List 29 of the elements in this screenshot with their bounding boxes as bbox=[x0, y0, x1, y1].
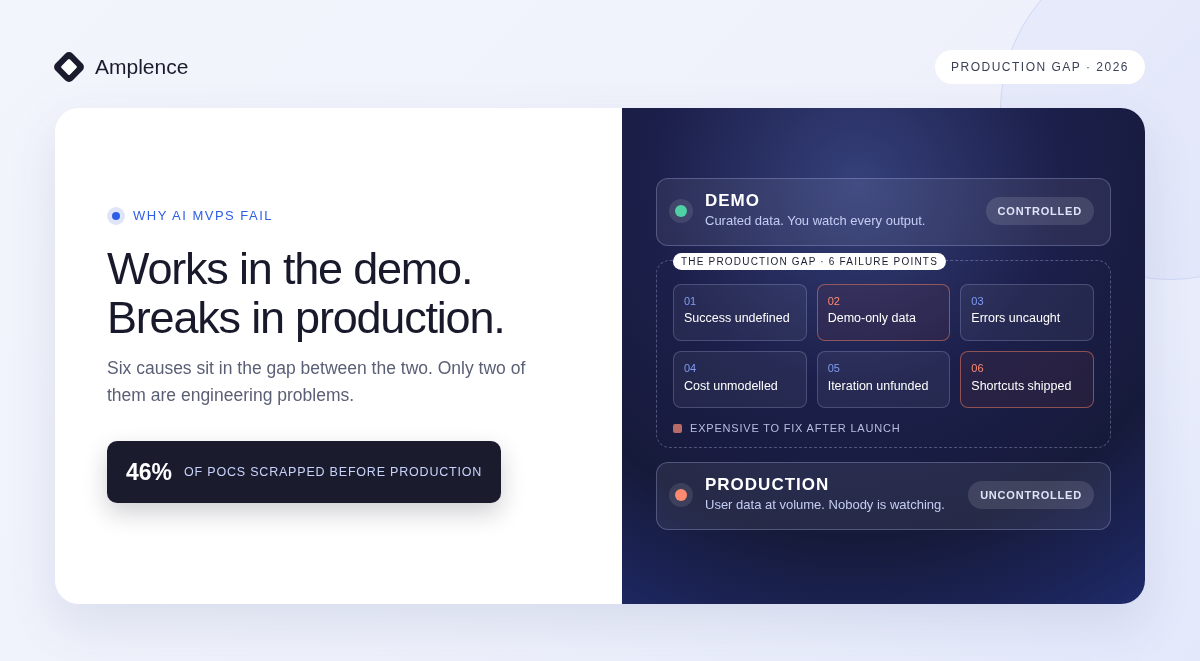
stage-description: User data at volume. Nobody is watching. bbox=[705, 496, 945, 515]
failure-label: Cost unmodelled bbox=[684, 377, 779, 395]
failure-number: 06 bbox=[971, 361, 985, 377]
gap-label: THE PRODUCTION GAP · 6 FAILURE POINTS bbox=[673, 252, 947, 270]
failure-label: Success undefined bbox=[684, 310, 791, 328]
failure-label: Shortcuts shipped bbox=[971, 377, 1073, 395]
legend-text: EXPENSIVE TO FIX AFTER LAUNCH bbox=[690, 421, 901, 437]
stage-title: PRODUCTION bbox=[705, 474, 831, 496]
stage-description: Curated data. You watch every output. bbox=[705, 212, 926, 231]
stat-value: 46% bbox=[126, 457, 173, 487]
failure-number: 03 bbox=[971, 293, 985, 309]
legend-swatch bbox=[673, 424, 682, 434]
dot-icon bbox=[107, 206, 125, 225]
stat-label: OF POCS SCRAPPED BEFORE PRODUCTION bbox=[184, 463, 483, 481]
failure-number: 01 bbox=[684, 293, 698, 309]
failure-label: Demo-only data bbox=[827, 310, 917, 328]
stage-title: DEMO bbox=[705, 191, 761, 212]
eyebrow-text: WHY AI MVPS FAIL bbox=[133, 207, 274, 225]
headline: Works in the demo. Breaks in production. bbox=[107, 243, 506, 343]
failure-number: 04 bbox=[684, 361, 698, 377]
subtext: Six causes sit in the gap between the two. Only two of them are engineering problems. bbox=[107, 356, 527, 407]
status-badge: UNCONTROLLED bbox=[968, 480, 1094, 510]
failure-number: 02 bbox=[827, 293, 841, 309]
failure-label: Iteration unfunded bbox=[827, 377, 930, 395]
failure-label: Errors uncaught bbox=[971, 310, 1062, 328]
brand-name: Amplence bbox=[95, 54, 189, 81]
failure-number: 05 bbox=[827, 361, 841, 377]
tag-pill: PRODUCTION GAP · 2026 bbox=[935, 50, 1145, 84]
status-badge: CONTROLLED bbox=[985, 196, 1094, 226]
